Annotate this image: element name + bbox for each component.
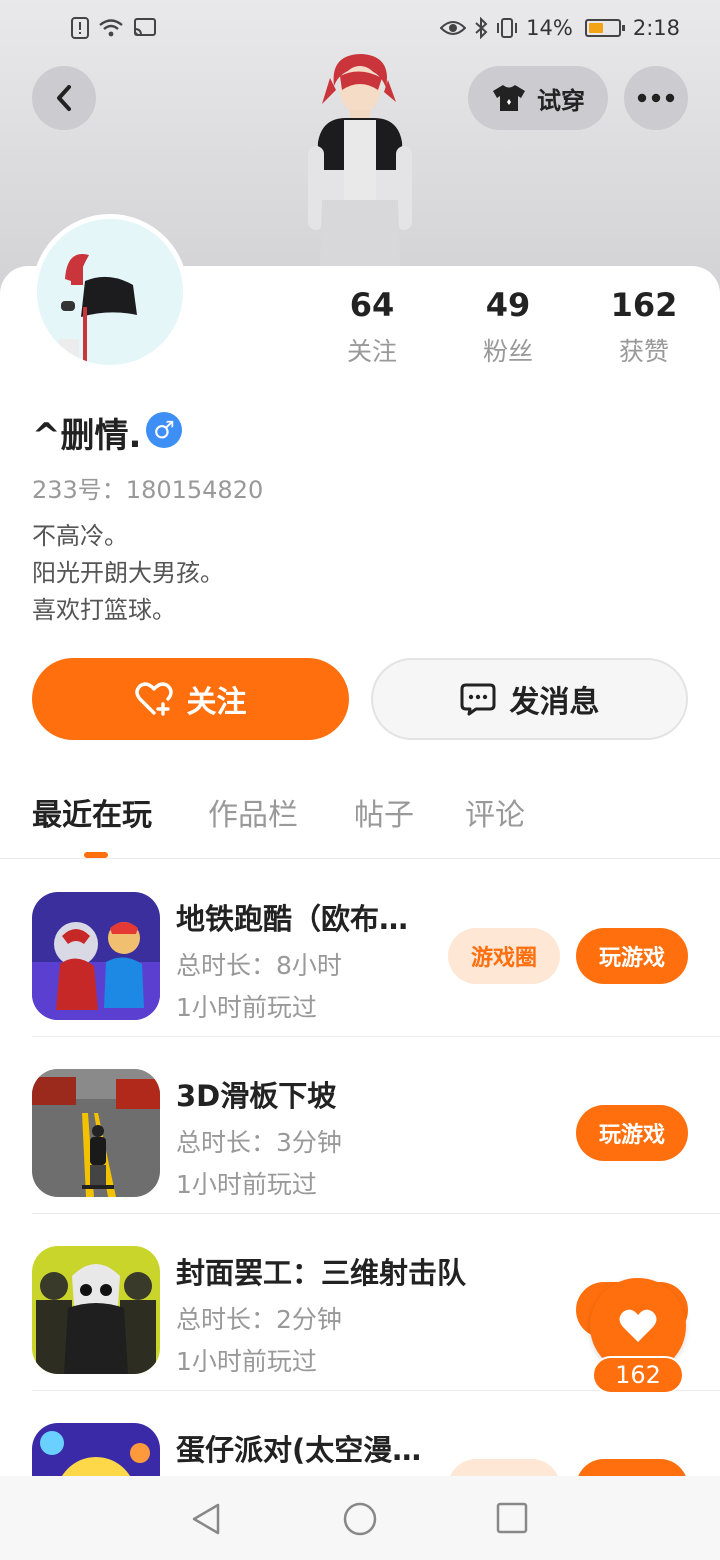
- back-arrow-icon: [57, 85, 71, 111]
- avatar-image: [37, 219, 183, 365]
- avatar[interactable]: [32, 214, 188, 370]
- game-title: 封面罢工：三维射击队: [176, 1256, 467, 1290]
- bio-line: 阳光开朗大男孩。: [32, 559, 224, 587]
- game-last-played: 1小时前玩过: [176, 1347, 317, 1376]
- battery-icon: [584, 19, 625, 37]
- eye-comfort-icon: [440, 21, 467, 35]
- game-title: 地铁跑酷（欧布奥特曼）: [176, 902, 426, 936]
- tab-divider: [0, 858, 720, 859]
- back-button[interactable]: [32, 66, 96, 130]
- list-item[interactable]: 地铁跑酷（欧布奥特曼） 总时长：8小时 1小时前玩过 游戏圈 玩游戏: [0, 860, 720, 1037]
- user-id: 233号：180154820: [32, 476, 264, 504]
- tshirt-icon: [493, 85, 525, 111]
- game-last-played: 1小时前玩过: [176, 1170, 317, 1199]
- stat-following-value: 64: [349, 286, 395, 324]
- stat-likes[interactable]: 162 获赞: [574, 286, 714, 368]
- try-on-label: 试穿: [537, 86, 585, 115]
- clock: 2:18: [632, 16, 680, 40]
- bluetooth-icon: [475, 17, 488, 39]
- game-icon-skateboard: [32, 1069, 160, 1197]
- list-item[interactable]: 3D滑板下坡 总时长：3分钟 1小时前玩过 玩游戏: [0, 1037, 720, 1214]
- profile-stats: 64 关注 49 粉丝 162 获赞: [300, 286, 720, 376]
- tab-recently-playing[interactable]: 最近在玩: [32, 790, 152, 834]
- stat-likes-label: 获赞: [618, 337, 669, 366]
- stat-followers-label: 粉丝: [482, 337, 533, 366]
- game-duration: 总时长：8小时: [176, 951, 342, 980]
- vibrate-icon: [497, 18, 518, 38]
- username: ^删情.: [32, 416, 142, 456]
- system-navigation-bar: [0, 1476, 720, 1560]
- play-game-button[interactable]: 玩游戏: [576, 928, 688, 984]
- cast-icon: [134, 18, 156, 36]
- game-icon-cover-strike: [32, 1246, 160, 1374]
- like-count: 162: [592, 1356, 684, 1394]
- send-message-label: 发消息: [509, 685, 600, 720]
- status-left-icons: [70, 17, 158, 39]
- stat-followers-value: 49: [485, 286, 531, 324]
- game-duration: 总时长：2分钟: [176, 1305, 342, 1334]
- follow-button[interactable]: 关注: [32, 658, 349, 740]
- stat-following[interactable]: 64 关注: [302, 286, 442, 368]
- wifi-icon: [99, 19, 123, 37]
- game-title: 3D滑板下坡: [176, 1079, 337, 1113]
- heart-icon: [619, 1309, 657, 1342]
- bio: 不高冷。 阳光开朗大男孩。 喜欢打篮球。: [32, 518, 224, 629]
- alert-sim-icon: [71, 17, 89, 39]
- stat-likes-value: 162: [610, 286, 678, 324]
- game-last-played: 1小时前玩过: [176, 993, 317, 1022]
- game-title: 蛋仔派对(太空漫游): [176, 1433, 426, 1467]
- chat-bubble-icon: [460, 683, 495, 716]
- play-game-button[interactable]: 玩游戏: [576, 1105, 688, 1161]
- tab-comments[interactable]: 评论: [465, 790, 525, 834]
- stat-following-label: 关注: [346, 337, 397, 366]
- recent-apps-square-icon[interactable]: [496, 1502, 528, 1534]
- game-icon-subway-surfers: [32, 892, 160, 1020]
- try-on-button[interactable]: 试穿: [468, 66, 608, 130]
- status-right-icons: 14% 2:18: [440, 16, 680, 40]
- home-circle-icon[interactable]: [343, 1502, 377, 1536]
- send-message-button[interactable]: 发消息: [371, 658, 688, 740]
- battery-percent: 14%: [526, 16, 573, 40]
- dressed-avatar-figure: [300, 50, 420, 266]
- tab-posts[interactable]: 帖子: [354, 790, 414, 834]
- game-circle-button[interactable]: 游戏圈: [448, 928, 560, 984]
- more-button[interactable]: [624, 66, 688, 130]
- follow-button-label: 关注: [186, 685, 247, 720]
- status-bar: 14% 2:18: [0, 0, 720, 56]
- back-triangle-icon[interactable]: [190, 1502, 222, 1536]
- heart-plus-icon: [134, 682, 173, 716]
- male-gender-icon: ♂: [146, 412, 182, 448]
- tab-works[interactable]: 作品栏: [208, 790, 298, 834]
- more-dots-icon: [637, 93, 675, 103]
- bio-line: 不高冷。: [32, 522, 128, 550]
- bio-line: 喜欢打篮球。: [32, 596, 176, 624]
- game-duration: 总时长：3分钟: [176, 1128, 342, 1157]
- stat-followers[interactable]: 49 粉丝: [438, 286, 578, 368]
